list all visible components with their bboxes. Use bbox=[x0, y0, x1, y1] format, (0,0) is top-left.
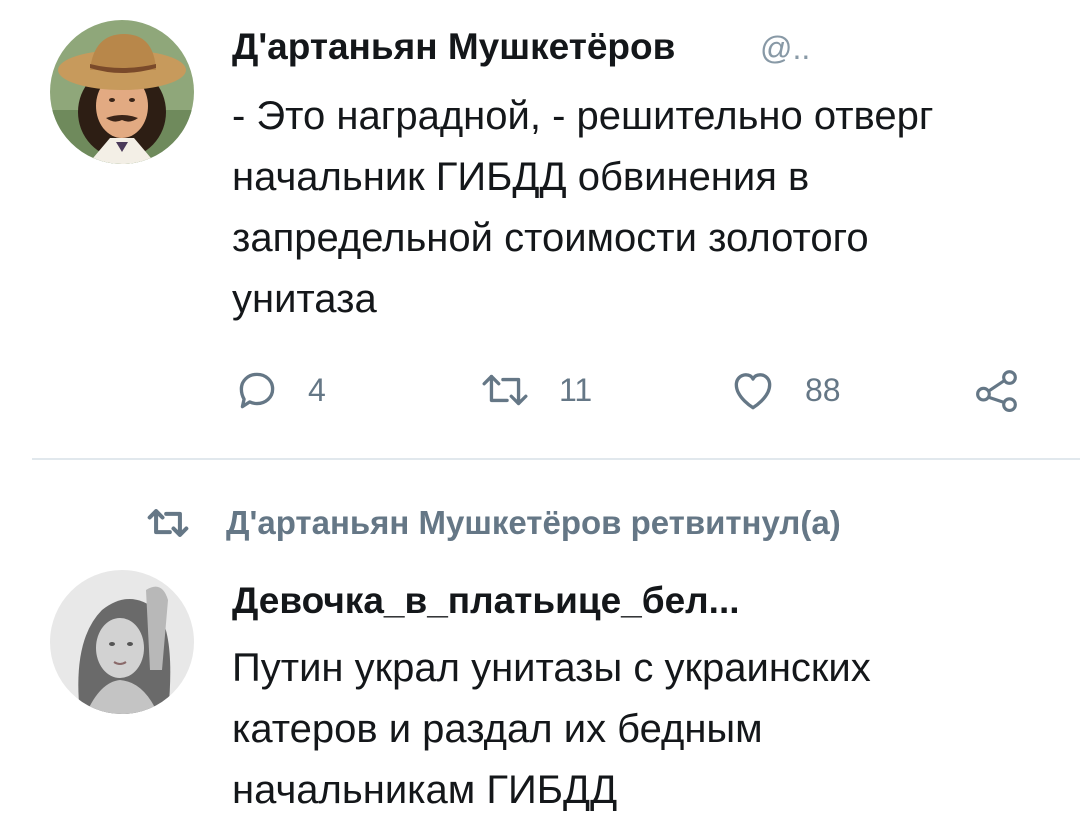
like-count: 88 bbox=[805, 371, 841, 408]
avatar-photo-girl bbox=[50, 570, 194, 714]
author-name[interactable]: Д'артаньян Мушкетёров bbox=[232, 26, 675, 68]
tweet-actions: 4 11 88 bbox=[232, 360, 1032, 420]
reply-button[interactable]: 4 bbox=[232, 360, 326, 420]
avatar-photo-musketeer bbox=[50, 20, 194, 164]
tweet-2[interactable]: Девочка_в_платьице_бел... Путин украл ун… bbox=[0, 460, 1080, 838]
tweet-1[interactable]: Д'артаньян Мушкетёров @.. - Это наградно… bbox=[0, 0, 1080, 458]
retweet-button[interactable]: 11 bbox=[477, 360, 592, 420]
heart-icon bbox=[734, 373, 772, 410]
author-name[interactable]: Девочка_в_платьице_бел... bbox=[232, 580, 740, 622]
author-handle[interactable]: @.. bbox=[760, 30, 810, 67]
reply-icon bbox=[239, 372, 275, 409]
retweet-count: 11 bbox=[559, 371, 593, 408]
avatar[interactable] bbox=[50, 570, 194, 714]
reply-count: 4 bbox=[308, 371, 326, 408]
share-icon bbox=[976, 370, 1017, 412]
tweet-text: - Это наградной, - решительно отверг нач… bbox=[232, 94, 934, 321]
retweet-icon bbox=[482, 374, 528, 406]
like-button[interactable]: 88 bbox=[727, 360, 841, 420]
avatar[interactable] bbox=[50, 20, 194, 164]
tweet-text: Путин украл унитазы с украинских катеров… bbox=[232, 646, 871, 812]
share-button[interactable] bbox=[972, 360, 1022, 420]
